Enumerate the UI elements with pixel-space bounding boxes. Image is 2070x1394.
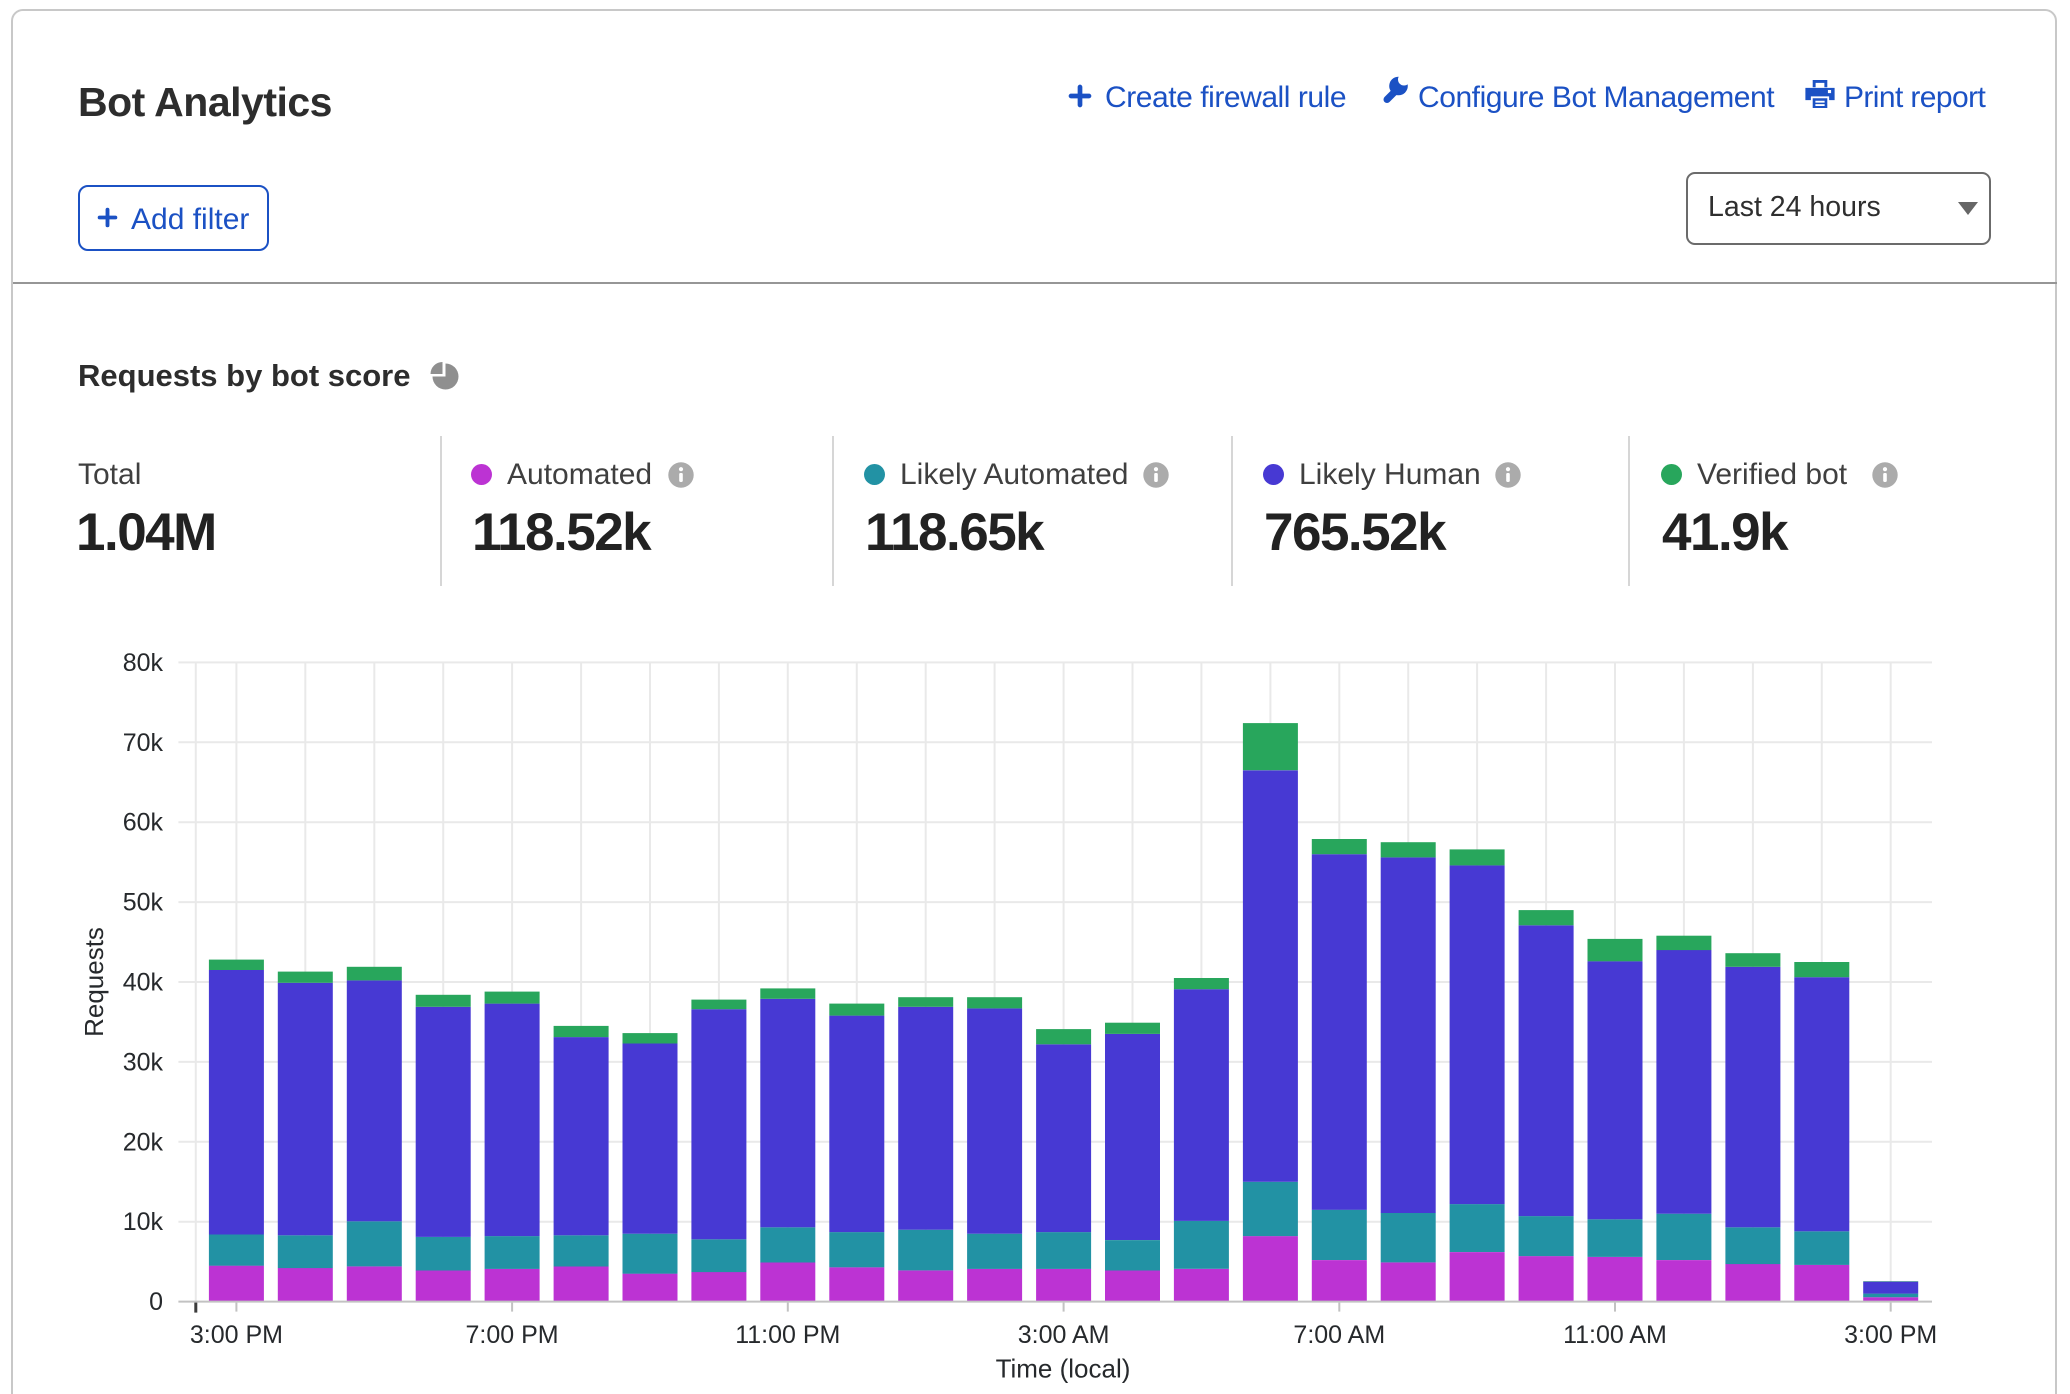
svg-text:50k: 50k: [123, 889, 164, 917]
svg-text:11:00 PM: 11:00 PM: [735, 1321, 840, 1349]
svg-text:70k: 70k: [123, 729, 164, 757]
svg-text:40k: 40k: [123, 969, 164, 997]
svg-text:80k: 80k: [123, 649, 164, 677]
svg-text:0: 0: [149, 1288, 163, 1316]
svg-text:3:00 PM: 3:00 PM: [1844, 1321, 1937, 1349]
svg-text:30k: 30k: [123, 1048, 164, 1076]
svg-text:10k: 10k: [123, 1208, 164, 1236]
svg-text:3:00 AM: 3:00 AM: [1018, 1321, 1110, 1349]
svg-text:Time (local): Time (local): [996, 1354, 1131, 1384]
svg-text:7:00 AM: 7:00 AM: [1293, 1321, 1385, 1349]
svg-text:60k: 60k: [123, 809, 164, 837]
svg-text:Requests: Requests: [79, 927, 109, 1037]
svg-text:20k: 20k: [123, 1128, 164, 1156]
svg-text:7:00 PM: 7:00 PM: [466, 1321, 559, 1349]
svg-text:3:00 PM: 3:00 PM: [190, 1321, 283, 1349]
svg-text:11:00 AM: 11:00 AM: [1563, 1321, 1667, 1349]
